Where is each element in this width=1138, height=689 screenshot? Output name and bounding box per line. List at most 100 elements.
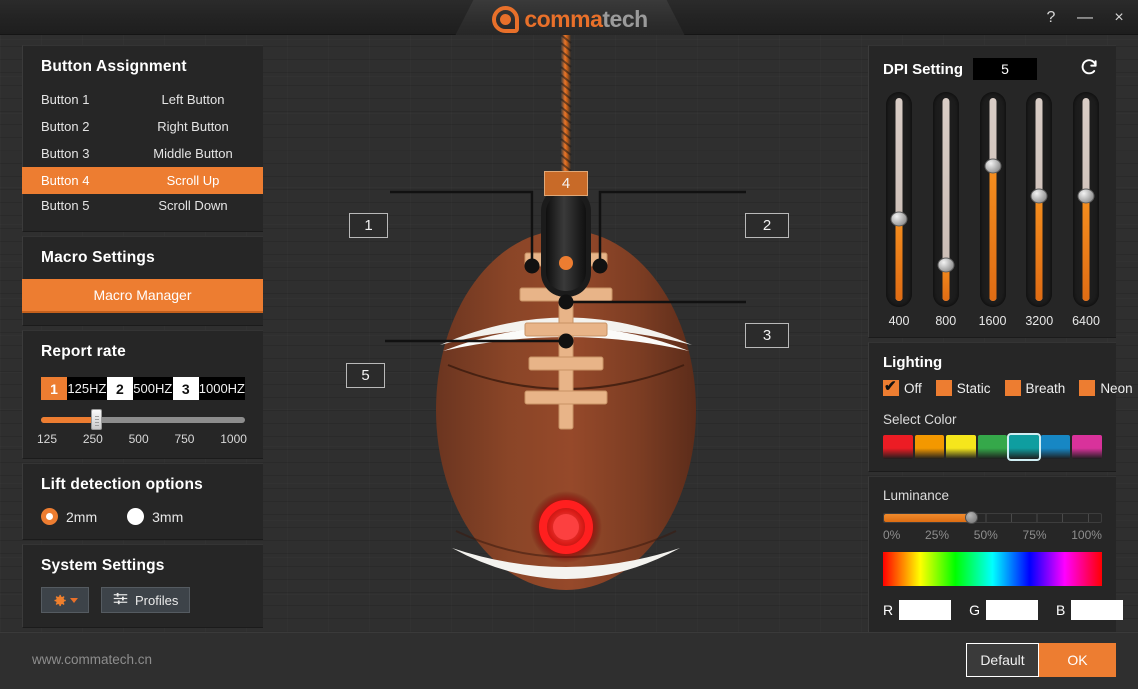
tick-label: 250 [82,432,103,446]
g-field[interactable] [986,600,1039,620]
table-row[interactable]: Button 1 Left Button [23,86,263,113]
button-value: Scroll Up [166,173,220,188]
macro-manager-button[interactable]: Macro Manager [22,279,263,313]
report-rate-label-1[interactable]: 125HZ [67,377,107,400]
report-rate-index-3[interactable]: 3 [172,377,199,400]
callout-1[interactable]: 1 [349,213,388,238]
tick-label: 75% [1022,528,1047,542]
color-swatch-orange[interactable] [914,435,945,459]
tick-label: 100% [1071,528,1102,542]
app-logo: commatech [455,0,685,36]
report-rate-options: 1 125HZ 2 500HZ 3 1000HZ [41,377,245,400]
color-swatch-blue[interactable] [1040,435,1071,459]
report-rate-label-2[interactable]: 500HZ [133,377,173,400]
callout-2[interactable]: 2 [745,213,789,238]
lift-label-2mm: 2mm [66,508,98,525]
callout-5[interactable]: 5 [346,363,385,388]
report-rate-slider[interactable] [41,409,245,430]
slider-handle[interactable] [91,409,103,430]
right-panel: DPI Setting 5 400 800 1600 3200 6400 Lig… [868,45,1133,639]
tick-label: 50% [973,528,998,542]
slider-fill [884,514,970,522]
hue-spectrum-bar[interactable] [883,552,1102,586]
lighting-mode-label-off: Off [904,380,922,396]
dpi-value-field[interactable]: 5 [973,58,1038,80]
checkbox-breath[interactable] [1004,380,1021,396]
button-key: Button 2 [41,119,90,134]
r-field[interactable] [899,600,952,620]
ok-button[interactable]: OK [1039,643,1116,677]
rgb-inputs: R G B [869,600,1124,634]
dpi-slider-6400[interactable]: 6400 [1070,92,1102,337]
rgb-label-r: R [883,602,894,618]
button-key: Button 3 [41,146,90,161]
callout-3[interactable]: 3 [745,323,789,348]
minimize-icon[interactable]: — [1076,9,1094,26]
radio-2mm[interactable] [41,508,58,525]
luminance-label: Luminance [883,488,950,503]
report-rate-title: Report rate [41,343,126,360]
dpi-label: 6400 [1072,314,1100,328]
dpi-label: 1600 [978,314,1007,328]
button-value: Middle Button [153,146,233,161]
luminance-panel: Luminance 0% 25% 50% 75% 100% R G B [868,476,1124,635]
table-row[interactable]: Button 2 Right Button [23,113,263,140]
luminance-ticks: 0% 25% 50% 75% 100% [883,528,1102,542]
dpi-slider-3200[interactable]: 3200 [1023,92,1055,337]
select-color-label: Select Color [883,412,957,427]
dpi-slider-group: 400 800 1600 3200 6400 [869,88,1116,337]
help-icon[interactable]: ? [1042,9,1060,26]
radio-3mm[interactable] [127,508,145,525]
report-rate-panel: Report rate 1 125HZ 2 500HZ 3 1000HZ 125… [22,330,263,459]
refresh-icon[interactable] [1079,56,1100,82]
button-assignment-title: Button Assignment [41,58,187,75]
tick-label: 500 [128,432,149,446]
luminance-slider[interactable] [883,511,1102,524]
color-swatch-magenta[interactable] [1072,435,1103,459]
lighting-mode-label-neon: Neon [1100,380,1133,396]
dpi-label: 3200 [1025,314,1054,328]
footer-bar: www.commatech.cn Default OK [0,632,1138,689]
tick-label: 125 [37,432,58,446]
title-bar: commatech ? — × [0,0,1138,36]
b-field[interactable] [1071,600,1124,620]
tick-label: 0% [883,528,901,542]
checkbox-neon[interactable] [1079,380,1096,396]
color-swatch-yellow[interactable] [946,435,976,459]
slider-handle[interactable] [964,511,978,524]
mouse-diagram: 1 2 3 4 5 [280,34,860,632]
dpi-slider-800[interactable]: 800 [930,92,962,337]
dpi-header: DPI Setting 5 [869,46,1116,88]
color-swatch-red[interactable] [883,435,913,459]
color-swatch-teal-selected[interactable] [1007,433,1041,461]
dpi-slider-1600[interactable]: 1600 [977,92,1009,337]
checkbox-static[interactable] [935,380,952,396]
lift-detection-panel: Lift detection options 2mm 3mm [22,463,263,540]
report-rate-index-2[interactable]: 2 [106,377,133,400]
button-key: Button 5 [41,198,90,213]
settings-gear-button[interactable] [41,587,89,613]
callout-4[interactable]: 4 [544,171,588,196]
report-rate-label-3[interactable]: 1000HZ [199,377,245,400]
table-row[interactable]: Button 5 Scroll Down [23,194,263,221]
default-button[interactable]: Default [966,643,1039,677]
button-value: Left Button [161,92,225,107]
report-rate-index-1[interactable]: 1 [41,377,67,400]
profiles-button[interactable]: Profiles [101,587,191,613]
profiles-label: Profiles [135,592,179,608]
lift-label-3mm: 3mm [152,508,184,525]
table-row-selected[interactable]: Button 4 Scroll Up [22,167,263,194]
gear-icon [52,593,67,608]
dpi-slider-400[interactable]: 400 [883,92,915,337]
button-value: Scroll Down [158,198,228,213]
sliders-icon [113,592,128,608]
lift-detection-options: 2mm 3mm [23,504,263,539]
rgb-label-b: B [1056,602,1066,618]
color-swatch-green[interactable] [977,435,1008,459]
lighting-title: Lighting [883,354,943,371]
close-icon[interactable]: × [1110,9,1128,26]
website-label: www.commatech.cn [32,652,153,667]
table-row[interactable]: Button 3 Middle Button [23,140,263,167]
button-key: Button 4 [41,173,90,188]
checkbox-off[interactable] [883,377,899,396]
